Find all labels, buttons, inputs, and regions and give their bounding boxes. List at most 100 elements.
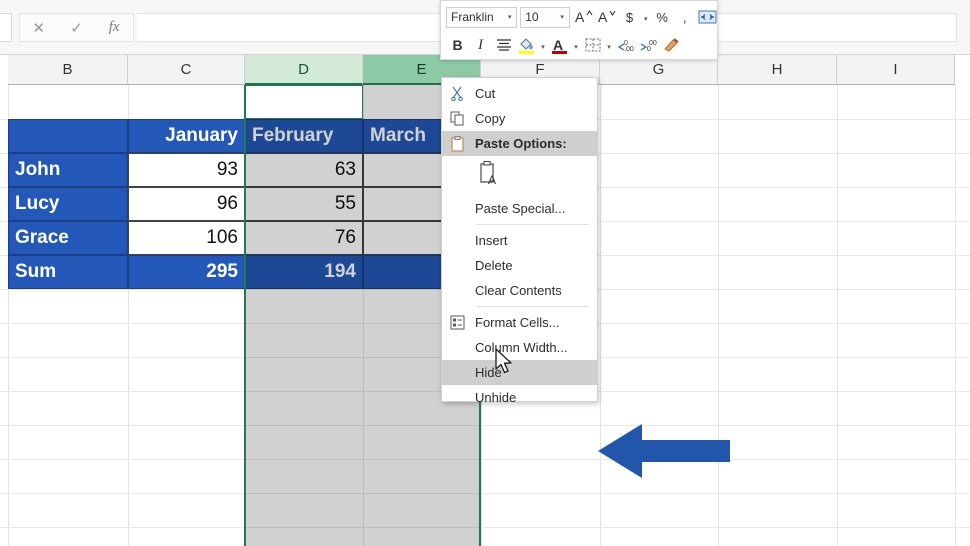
table-cell-grace-february[interactable]: 76 [245, 221, 363, 255]
cell-context-menu[interactable]: Cut Copy Paste Options: A [441, 77, 598, 402]
svg-text:A: A [598, 9, 608, 25]
table-cell-lucy-february[interactable]: 55 [245, 187, 363, 221]
context-menu-item-clear-contents[interactable]: Clear Contents [442, 278, 597, 303]
column-header-b[interactable]: B [8, 55, 128, 85]
context-menu-label: Clear Contents [473, 283, 562, 298]
italic-icon[interactable]: I [469, 34, 492, 57]
svg-text:A: A [553, 37, 563, 53]
context-menu-label: Paste Options: [473, 136, 567, 151]
context-menu-label: Delete [473, 258, 513, 273]
table-sum-label[interactable]: Sum [8, 255, 128, 289]
context-menu-label: Insert [473, 233, 508, 248]
mini-formatting-toolbar[interactable]: Franklin ▾ 10 ▾ A A $ ▾ % , [440, 0, 718, 60]
gridline-v [955, 85, 956, 546]
increase-decimal-icon[interactable]: .00 0 [637, 34, 660, 57]
column-header-d[interactable]: D [245, 55, 363, 85]
align-center-icon[interactable] [492, 34, 515, 57]
selection-border-left [244, 85, 246, 546]
column-header-i[interactable]: I [837, 55, 955, 85]
chevron-down-icon[interactable]: ▾ [503, 13, 516, 21]
context-menu-item-paste-options[interactable]: Paste Options: [442, 131, 597, 156]
table-header-january[interactable]: January [128, 119, 245, 153]
context-menu-label: Cut [473, 86, 495, 101]
table-cell-grace-january[interactable]: 106 [128, 221, 245, 255]
chevron-down-icon[interactable]: ▾ [538, 34, 548, 57]
font-size-combobox[interactable]: 10 ▾ [520, 7, 569, 28]
insert-function-icon[interactable]: fx [99, 14, 129, 41]
context-menu-label: Column Width... [473, 340, 567, 355]
table-row[interactable]: Grace [8, 221, 128, 255]
currency-format-icon[interactable]: $ [618, 6, 641, 29]
gridline-h [0, 459, 970, 460]
shrink-font-icon[interactable]: A [595, 6, 618, 29]
format-painter-icon[interactable] [660, 34, 683, 57]
table-cell-john-february[interactable]: 63 [245, 153, 363, 187]
blank-icon-slot [442, 360, 473, 385]
bold-icon[interactable]: B [446, 34, 469, 57]
svg-text:.00: .00 [624, 46, 634, 53]
percent-format-icon[interactable]: % [651, 6, 674, 29]
column-header-h[interactable]: H [718, 55, 837, 85]
table-sum-january[interactable]: 295 [128, 255, 245, 289]
mini-toolbar-row-1: Franklin ▾ 10 ▾ A A $ ▾ % , [441, 3, 719, 31]
paste-values-icon[interactable]: A [476, 159, 503, 194]
table-row[interactable]: Lucy [8, 187, 128, 221]
column-header-c[interactable]: C [128, 55, 245, 85]
font-name-value: Franklin [447, 10, 503, 24]
blank-icon-slot [442, 278, 473, 303]
decrease-decimal-icon[interactable]: 0 .00 [614, 34, 637, 57]
paste-options-gallery[interactable]: A [442, 156, 597, 196]
chevron-down-icon[interactable]: ▾ [556, 13, 569, 21]
blank-icon-slot [442, 335, 473, 360]
svg-text:A: A [575, 9, 585, 25]
context-menu-item-paste-special[interactable]: Paste Special... [442, 196, 597, 221]
context-menu-label: Hide [473, 365, 502, 380]
table-cell-john-january[interactable]: 93 [128, 153, 245, 187]
chevron-down-icon[interactable]: ▾ [641, 6, 651, 29]
context-menu-item-insert[interactable]: Insert [442, 228, 597, 253]
table-row[interactable]: John [8, 153, 128, 187]
cancel-icon[interactable]: ✕ [24, 14, 54, 41]
context-menu-item-hide[interactable]: Hide [442, 360, 597, 385]
annotation-arrow-icon [598, 422, 730, 480]
context-menu-item-format-cells[interactable]: Format Cells... [442, 310, 597, 335]
borders-icon[interactable] [581, 34, 604, 57]
confirm-check-icon[interactable]: ✓ [61, 14, 91, 41]
gridline-v [600, 85, 601, 546]
grow-font-icon[interactable]: A [573, 6, 596, 29]
table-corner-cell[interactable] [8, 119, 128, 153]
context-menu-label: Format Cells... [473, 315, 560, 330]
context-menu-item-copy[interactable]: Copy [442, 106, 597, 131]
blank-icon-slot [442, 385, 473, 410]
table-header-february[interactable]: February [245, 119, 363, 153]
format-cells-icon [442, 310, 473, 335]
chevron-down-icon[interactable]: ▾ [571, 34, 581, 57]
gridline-v [718, 85, 719, 546]
svg-text:0: 0 [647, 46, 651, 53]
chevron-down-icon[interactable]: ▾ [604, 34, 614, 57]
comma-style-icon[interactable]: , [673, 6, 696, 29]
context-menu-label: Unhide [473, 390, 516, 405]
context-menu-item-column-width[interactable]: Column Width... [442, 335, 597, 360]
table-sum-february[interactable]: 194 [245, 255, 363, 289]
context-menu-label: Copy [473, 111, 505, 126]
gridline-v [837, 85, 838, 546]
menu-separator [476, 306, 589, 307]
table-cell-lucy-january[interactable]: 96 [128, 187, 245, 221]
context-menu-item-unhide[interactable]: Unhide [442, 385, 597, 410]
font-name-combobox[interactable]: Franklin ▾ [446, 7, 517, 28]
fill-color-icon[interactable] [515, 34, 538, 57]
gridline-h [0, 425, 970, 426]
active-cell-outline[interactable] [245, 85, 363, 119]
clipboard-icon [442, 131, 473, 156]
merge-and-center-icon[interactable] [696, 6, 719, 29]
blank-icon-slot [442, 228, 473, 253]
svg-text:A: A [488, 173, 496, 187]
gridline-h [0, 493, 970, 494]
name-box[interactable] [0, 13, 12, 42]
context-menu-item-delete[interactable]: Delete [442, 253, 597, 278]
mini-toolbar-row-2: B I ▾ A ▾ ▾ [441, 31, 719, 59]
scissors-icon [442, 81, 473, 106]
font-color-icon[interactable]: A [548, 34, 571, 57]
context-menu-item-cut[interactable]: Cut [442, 81, 597, 106]
